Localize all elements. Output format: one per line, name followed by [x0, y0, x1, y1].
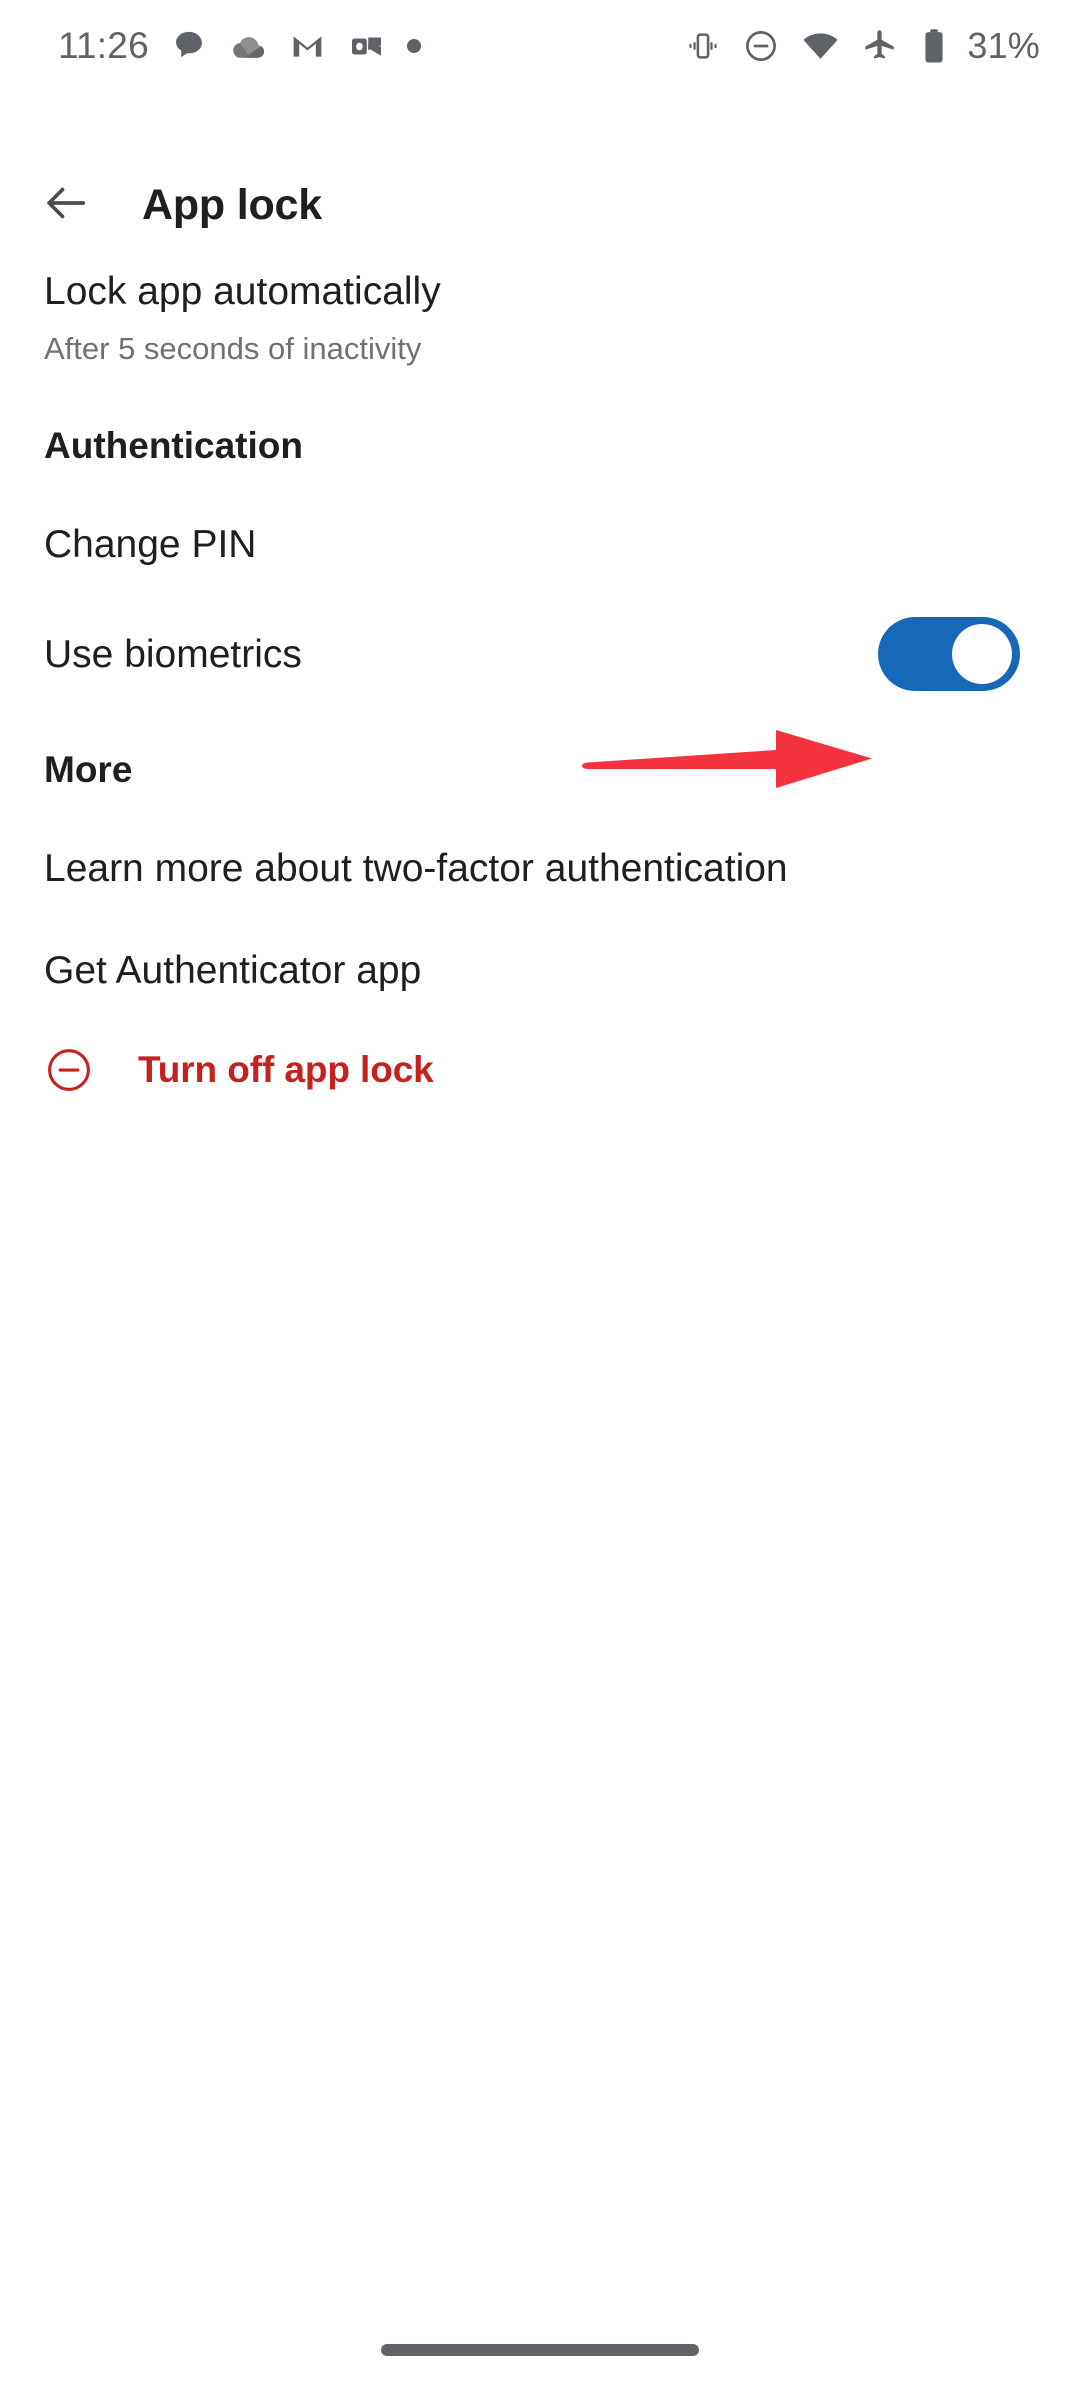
dot-icon — [406, 39, 421, 53]
home-gesture-bar[interactable] — [381, 2344, 699, 2356]
change-pin-label: Change PIN — [44, 522, 257, 566]
wifi-icon — [801, 27, 840, 66]
page-title: App lock — [142, 180, 322, 229]
airplane-mode-icon — [861, 28, 898, 65]
app-header: App lock — [0, 150, 1080, 260]
link-get-authenticator-app[interactable]: Get Authenticator app — [0, 946, 1080, 994]
settings-list: Lock app automatically After 5 seconds o… — [0, 272, 1080, 1100]
more-header-label: More — [44, 748, 133, 790]
auto-lock-title: Lock app automatically — [44, 270, 441, 313]
auto-lock-subtitle: After 5 seconds of inactivity — [44, 331, 422, 366]
get-authenticator-label: Get Authenticator app — [44, 948, 422, 992]
section-header-authentication: Authentication — [0, 422, 1080, 468]
do-not-disturb-icon — [742, 27, 780, 65]
setting-use-biometrics[interactable]: Use biometrics — [0, 604, 1080, 704]
status-bar-clock: 11:26 — [58, 24, 149, 66]
arrow-back-icon — [40, 177, 92, 234]
authentication-header-label: Authentication — [44, 424, 303, 466]
status-bar-right: 31% — [685, 27, 1040, 66]
link-learn-more-two-factor[interactable]: Learn more about two-factor authenticati… — [0, 844, 1080, 892]
setting-change-pin[interactable]: Change PIN — [0, 520, 1080, 568]
section-header-more: More — [0, 746, 1080, 792]
minus-circle-icon — [44, 1045, 94, 1095]
cloud-icon — [229, 27, 267, 65]
learn-more-label: Learn more about two-factor authenticati… — [44, 846, 788, 890]
use-biometrics-toggle[interactable] — [878, 617, 1020, 691]
battery-icon — [919, 27, 949, 65]
back-button[interactable] — [18, 157, 114, 253]
outlook-icon — [348, 28, 385, 65]
gmail-icon — [289, 28, 326, 65]
turn-off-app-lock-label: Turn off app lock — [138, 1049, 434, 1090]
use-biometrics-label: Use biometrics — [44, 632, 302, 676]
vibrate-icon — [685, 28, 721, 64]
status-bar-left: 11:26 — [58, 27, 421, 65]
chat-bubble-icon — [171, 28, 207, 64]
setting-lock-app-automatically[interactable]: Lock app automatically After 5 seconds o… — [0, 272, 1080, 368]
status-bar: 11:26 31% — [0, 0, 1080, 92]
toggle-knob — [952, 624, 1012, 684]
action-turn-off-app-lock[interactable]: Turn off app lock — [0, 1040, 1080, 1100]
battery-percentage: 31% — [967, 25, 1040, 66]
